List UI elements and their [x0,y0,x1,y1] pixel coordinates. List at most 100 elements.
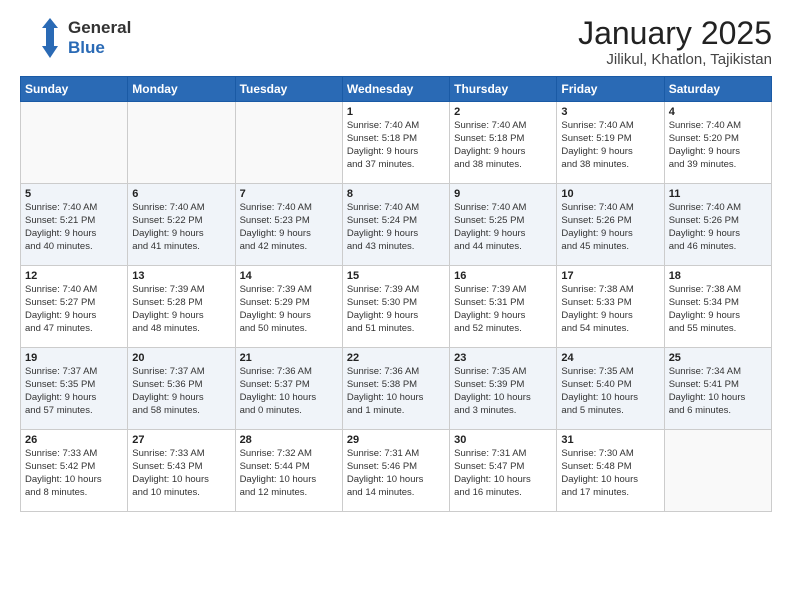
day-info: Sunrise: 7:39 AM Sunset: 5:30 PM Dayligh… [347,284,445,335]
day-info: Sunrise: 7:38 AM Sunset: 5:33 PM Dayligh… [561,284,659,335]
day-info: Sunrise: 7:40 AM Sunset: 5:22 PM Dayligh… [132,202,230,253]
table-row: 26Sunrise: 7:33 AM Sunset: 5:42 PM Dayli… [21,430,128,512]
day-number: 19 [25,352,123,364]
day-info: Sunrise: 7:40 AM Sunset: 5:18 PM Dayligh… [347,120,445,171]
day-info: Sunrise: 7:37 AM Sunset: 5:35 PM Dayligh… [25,366,123,417]
day-number: 2 [454,106,552,118]
day-number: 1 [347,106,445,118]
page: General Blue January 2025 Jilikul, Khatl… [0,0,792,612]
logo: General Blue [20,16,131,60]
day-number: 23 [454,352,552,364]
table-row: 2 Sunrise: 7:40 AM Sunset: 5:18 PM Daylig… [450,102,557,184]
table-row: 13 Sunrise: 7:39 AM Sunset: 5:28 PM Dayli… [128,266,235,348]
table-row: 3Sunrise: 7:40 AM Sunset: 5:19 PM Daylig… [557,102,664,184]
day-number: 6 [132,188,230,200]
table-row [21,102,128,184]
day-number: 10 [561,188,659,200]
table-row: 20 Sunrise: 7:37 AM Sunset: 5:36 PM Dayli… [128,348,235,430]
day-info: Sunrise: 7:38 AM Sunset: 5:34 PM Dayligh… [669,284,767,335]
day-info: Sunrise: 7:35 AM Sunset: 5:39 PM Dayligh… [454,366,552,417]
calendar-week-2: 5Sunrise: 7:40 AM Sunset: 5:21 PM Daylig… [21,184,772,266]
day-info: Sunrise: 7:31 AM Sunset: 5:47 PM Dayligh… [454,448,552,499]
col-tuesday: Tuesday [235,77,342,102]
day-number: 29 [347,434,445,446]
table-row: 25 Sunrise: 7:34 AM Sunset: 5:41 PM Dayli… [664,348,771,430]
main-title: January 2025 [578,16,772,51]
day-number: 28 [240,434,338,446]
day-info: Sunrise: 7:40 AM Sunset: 5:25 PM Dayligh… [454,202,552,253]
table-row [235,102,342,184]
table-row: 11Sunrise: 7:40 AM Sunset: 5:26 PM Dayli… [664,184,771,266]
day-info: Sunrise: 7:39 AM Sunset: 5:29 PM Dayligh… [240,284,338,335]
day-info: Sunrise: 7:37 AM Sunset: 5:36 PM Dayligh… [132,366,230,417]
col-wednesday: Wednesday [342,77,449,102]
table-row [128,102,235,184]
logo-general: General [68,18,131,38]
col-monday: Monday [128,77,235,102]
day-number: 20 [132,352,230,364]
day-info: Sunrise: 7:33 AM Sunset: 5:43 PM Dayligh… [132,448,230,499]
logo-icon [20,16,64,60]
day-info: Sunrise: 7:32 AM Sunset: 5:44 PM Dayligh… [240,448,338,499]
day-info: Sunrise: 7:36 AM Sunset: 5:37 PM Dayligh… [240,366,338,417]
table-row: 17 Sunrise: 7:38 AM Sunset: 5:33 PM Dayli… [557,266,664,348]
table-row: 22 Sunrise: 7:36 AM Sunset: 5:38 PM Dayli… [342,348,449,430]
day-info: Sunrise: 7:34 AM Sunset: 5:41 PM Dayligh… [669,366,767,417]
day-number: 25 [669,352,767,364]
day-number: 7 [240,188,338,200]
day-number: 21 [240,352,338,364]
table-row [664,430,771,512]
day-number: 3 [561,106,659,118]
table-row: 1 Sunrise: 7:40 AM Sunset: 5:18 PM Daylig… [342,102,449,184]
table-row: 16Sunrise: 7:39 AM Sunset: 5:31 PM Dayli… [450,266,557,348]
table-row: 5Sunrise: 7:40 AM Sunset: 5:21 PM Daylig… [21,184,128,266]
calendar-week-5: 26Sunrise: 7:33 AM Sunset: 5:42 PM Dayli… [21,430,772,512]
col-sunday: Sunday [21,77,128,102]
table-row: 21 Sunrise: 7:36 AM Sunset: 5:37 PM Dayli… [235,348,342,430]
table-row: 10 Sunrise: 7:40 AM Sunset: 5:26 PM Dayli… [557,184,664,266]
table-row: 7 Sunrise: 7:40 AM Sunset: 5:23 PM Daylig… [235,184,342,266]
table-row: 31Sunrise: 7:30 AM Sunset: 5:48 PM Dayli… [557,430,664,512]
table-row: 23 Sunrise: 7:35 AM Sunset: 5:39 PM Dayli… [450,348,557,430]
day-number: 14 [240,270,338,282]
day-number: 31 [561,434,659,446]
day-info: Sunrise: 7:40 AM Sunset: 5:24 PM Dayligh… [347,202,445,253]
header: General Blue January 2025 Jilikul, Khatl… [20,16,772,68]
day-number: 22 [347,352,445,364]
day-number: 13 [132,270,230,282]
table-row: 15Sunrise: 7:39 AM Sunset: 5:30 PM Dayli… [342,266,449,348]
day-number: 8 [347,188,445,200]
day-info: Sunrise: 7:36 AM Sunset: 5:38 PM Dayligh… [347,366,445,417]
day-number: 17 [561,270,659,282]
day-info: Sunrise: 7:40 AM Sunset: 5:26 PM Dayligh… [561,202,659,253]
calendar: Sunday Monday Tuesday Wednesday Thursday… [20,76,772,512]
day-info: Sunrise: 7:35 AM Sunset: 5:40 PM Dayligh… [561,366,659,417]
day-number: 27 [132,434,230,446]
day-number: 18 [669,270,767,282]
day-number: 4 [669,106,767,118]
calendar-header-row: Sunday Monday Tuesday Wednesday Thursday… [21,77,772,102]
table-row: 8 Sunrise: 7:40 AM Sunset: 5:24 PM Daylig… [342,184,449,266]
day-number: 16 [454,270,552,282]
table-row: 9 Sunrise: 7:40 AM Sunset: 5:25 PM Daylig… [450,184,557,266]
table-row: 28 Sunrise: 7:32 AM Sunset: 5:44 PM Dayli… [235,430,342,512]
table-row: 19 Sunrise: 7:37 AM Sunset: 5:35 PM Dayli… [21,348,128,430]
day-number: 5 [25,188,123,200]
table-row: 24 Sunrise: 7:35 AM Sunset: 5:40 PM Dayli… [557,348,664,430]
table-row: 14 Sunrise: 7:39 AM Sunset: 5:29 PM Dayli… [235,266,342,348]
title-block: January 2025 Jilikul, Khatlon, Tajikista… [578,16,772,68]
day-info: Sunrise: 7:40 AM Sunset: 5:18 PM Dayligh… [454,120,552,171]
table-row: 30Sunrise: 7:31 AM Sunset: 5:47 PM Dayli… [450,430,557,512]
col-thursday: Thursday [450,77,557,102]
day-info: Sunrise: 7:40 AM Sunset: 5:20 PM Dayligh… [669,120,767,171]
table-row: 18 Sunrise: 7:38 AM Sunset: 5:34 PM Dayli… [664,266,771,348]
day-info: Sunrise: 7:40 AM Sunset: 5:23 PM Dayligh… [240,202,338,253]
day-number: 24 [561,352,659,364]
day-number: 9 [454,188,552,200]
logo-blue: Blue [68,38,131,58]
subtitle: Jilikul, Khatlon, Tajikistan [578,51,772,68]
day-info: Sunrise: 7:39 AM Sunset: 5:28 PM Dayligh… [132,284,230,335]
table-row: 12Sunrise: 7:40 AM Sunset: 5:27 PM Dayli… [21,266,128,348]
table-row: 6 Sunrise: 7:40 AM Sunset: 5:22 PM Daylig… [128,184,235,266]
calendar-week-1: 1 Sunrise: 7:40 AM Sunset: 5:18 PM Daylig… [21,102,772,184]
